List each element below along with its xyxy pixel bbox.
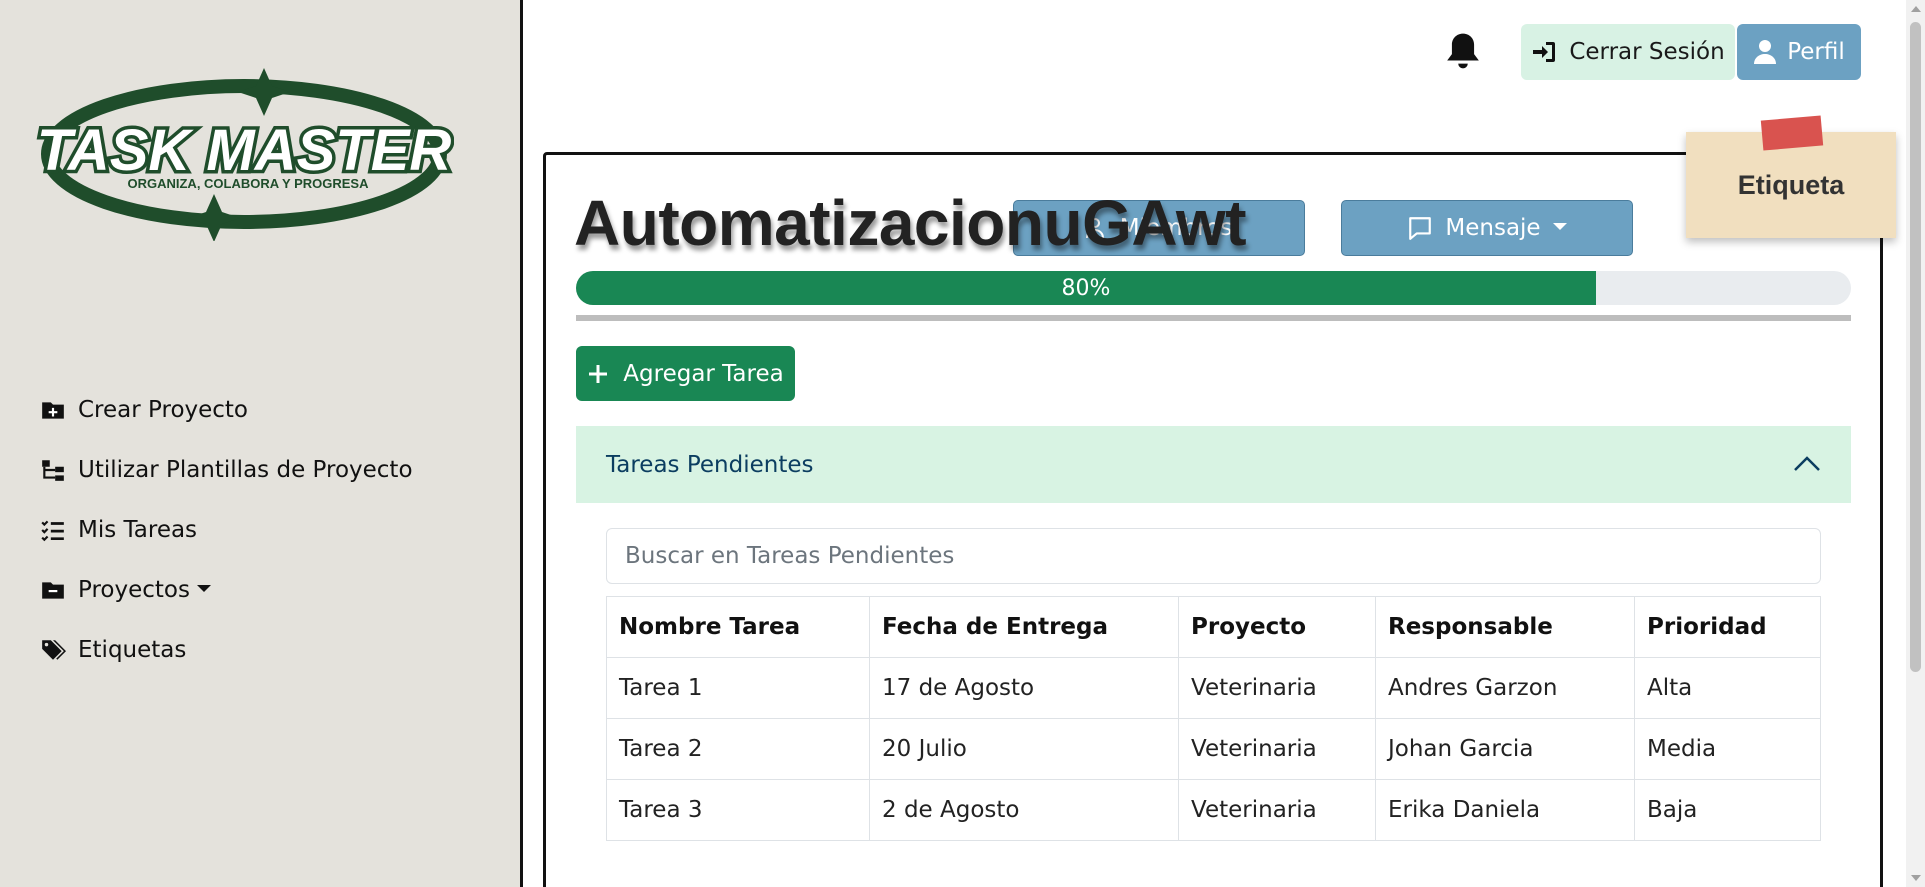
sidebar-nav: Crear Proyecto Utilizar Plantillas de Pr… <box>40 380 413 680</box>
column-header: Fecha de Entrega <box>869 596 1179 658</box>
table-cell: Baja <box>1634 779 1821 841</box>
column-header: Prioridad <box>1634 596 1821 658</box>
table-row[interactable]: Tarea 3 2 de Agosto Veterinaria Erika Da… <box>606 779 1821 841</box>
pending-tasks-table: Nombre Tarea Fecha de Entrega Proyecto R… <box>606 596 1821 841</box>
search-input[interactable] <box>606 528 1821 584</box>
tags-icon <box>42 640 66 660</box>
sidebar-item-crear-proyecto[interactable]: Crear Proyecto <box>40 380 413 440</box>
table-row[interactable]: Tarea 1 17 de Agosto Veterinaria Andres … <box>606 657 1821 719</box>
chevron-up-icon <box>1794 456 1820 471</box>
table-cell: Media <box>1634 718 1821 780</box>
sidebar-item-label: Proyectos <box>78 577 190 603</box>
scroll-down-arrow-icon[interactable] <box>1911 875 1921 881</box>
diagram-icon <box>42 460 64 481</box>
table-cell: Tarea 1 <box>606 657 870 719</box>
vertical-scrollbar[interactable] <box>1906 0 1925 887</box>
project-title: AutomatizacionuGAwt <box>574 187 1247 259</box>
sidebar: TASK MASTER ORGANIZA, COLABORA Y PROGRES… <box>0 0 523 887</box>
list-check-icon <box>41 520 64 542</box>
scroll-thumb[interactable] <box>1910 22 1921 672</box>
svg-text:TASK MASTER: TASK MASTER <box>37 118 452 183</box>
note-label: Etiqueta <box>1737 169 1845 200</box>
column-header: Proyecto <box>1178 596 1376 658</box>
add-task-button[interactable]: Agregar Tarea <box>576 346 795 401</box>
table-cell: Tarea 2 <box>606 718 870 780</box>
profile-label: Perfil <box>1787 39 1845 65</box>
progress-label: 80% <box>1061 275 1111 301</box>
logout-button[interactable]: Cerrar Sesión <box>1521 24 1735 80</box>
table-cell: Alta <box>1634 657 1821 719</box>
table-cell: 20 Julio <box>869 718 1179 780</box>
task-master-logo: TASK MASTER ORGANIZA, COLABORA Y PROGRES… <box>34 68 454 241</box>
table-cell: 17 de Agosto <box>869 657 1179 719</box>
sidebar-item-plantillas[interactable]: Utilizar Plantillas de Proyecto <box>40 440 413 500</box>
logout-label: Cerrar Sesión <box>1569 39 1725 65</box>
progress-fill: 80% <box>576 271 1596 305</box>
table-header-row: Nombre Tarea Fecha de Entrega Proyecto R… <box>606 596 1821 658</box>
sidebar-item-mis-tareas[interactable]: Mis Tareas <box>40 500 413 560</box>
note-tape <box>1760 115 1824 151</box>
bell-icon[interactable] <box>1444 30 1482 72</box>
accordion-pending-tasks[interactable]: Tareas Pendientes <box>576 426 1851 503</box>
message-label: Mensaje <box>1445 215 1541 241</box>
sidebar-item-proyectos[interactable]: Proyectos <box>40 560 413 620</box>
column-header: Nombre Tarea <box>606 596 870 658</box>
svg-text:ORGANIZA, COLABORA Y PROGRESA: ORGANIZA, COLABORA Y PROGRESA <box>127 176 369 191</box>
divider <box>576 315 1851 321</box>
table-cell: Johan Garcia <box>1375 718 1635 780</box>
folder-plus-icon <box>42 402 64 419</box>
chevron-down-icon <box>196 584 211 592</box>
message-dropdown-button[interactable]: Mensaje <box>1341 200 1633 256</box>
chevron-down-icon <box>1552 222 1567 230</box>
column-header: Responsable <box>1375 596 1635 658</box>
etiqueta-note[interactable]: Etiqueta <box>1686 115 1896 238</box>
table-cell: Veterinaria <box>1178 718 1376 780</box>
table-cell: Tarea 3 <box>606 779 870 841</box>
folder-minus-icon <box>42 582 64 599</box>
scroll-up-arrow-icon[interactable] <box>1911 6 1921 12</box>
user-icon <box>1754 40 1777 64</box>
sidebar-item-label: Crear Proyecto <box>78 397 249 423</box>
chat-icon <box>1409 217 1432 240</box>
project-progress-bar: 80% <box>576 271 1851 305</box>
table-cell: Veterinaria <box>1178 779 1376 841</box>
sidebar-item-label: Mis Tareas <box>78 517 198 543</box>
plus-icon <box>589 364 608 383</box>
sidebar-item-etiquetas[interactable]: Etiquetas <box>40 620 413 680</box>
add-task-label: Agregar Tarea <box>623 360 784 387</box>
profile-button[interactable]: Perfil <box>1737 24 1861 80</box>
table-cell: 2 de Agosto <box>869 779 1179 841</box>
accordion-title: Tareas Pendientes <box>606 451 814 478</box>
sidebar-item-label: Etiquetas <box>78 637 187 663</box>
table-row[interactable]: Tarea 2 20 Julio Veterinaria Johan Garci… <box>606 718 1821 780</box>
table-cell: Erika Daniela <box>1375 779 1635 841</box>
table-cell: Veterinaria <box>1178 657 1376 719</box>
table-cell: Andres Garzon <box>1375 657 1635 719</box>
sidebar-item-label: Utilizar Plantillas de Proyecto <box>78 457 413 483</box>
sign-in-icon <box>1533 42 1556 62</box>
